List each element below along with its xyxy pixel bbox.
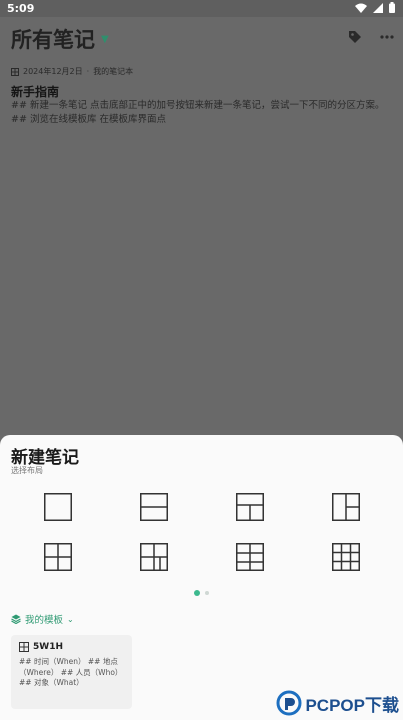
template-card-header: 5W1H <box>19 642 124 652</box>
layout-top-bottom-option[interactable] <box>140 493 168 521</box>
page-indicator <box>194 590 209 596</box>
page-dot[interactable] <box>205 591 209 595</box>
status-bar: 5:09 <box>0 0 403 17</box>
chevron-down-icon: ⌄ <box>67 614 74 624</box>
grid-icon <box>11 67 19 76</box>
layout-top-two-bottom-option[interactable] <box>236 493 264 521</box>
sheet-subtitle: 选择布局 <box>11 466 43 475</box>
status-icons <box>355 2 395 13</box>
dimmed-notes-screen[interactable] <box>0 17 403 435</box>
note-date: 2024年12月2日 <box>23 67 83 76</box>
watermark-text: PCPOP下载 <box>305 695 399 715</box>
layout-2x2-plus-option[interactable] <box>140 543 168 571</box>
signal-icon <box>373 2 383 13</box>
layout-single-option[interactable] <box>44 493 72 521</box>
note-preview[interactable]: ## 新建一条笔记 点击底部正中的加号按钮来新建一条笔记，尝试一下不同的分区方案… <box>11 99 393 127</box>
wifi-icon <box>355 3 367 13</box>
battery-icon <box>389 2 395 13</box>
new-note-sheet: 新建笔记 选择布局 我的模板 ⌄ 5W1H ## 时间（When） ## 地点（… <box>0 435 403 720</box>
layout-left-right-split-option[interactable] <box>332 493 360 521</box>
template-card[interactable]: 5W1H ## 时间（When） ## 地点（Where） ## 人员（Who）… <box>11 635 132 709</box>
layout-2x2-option[interactable] <box>44 543 72 571</box>
notebook-selector[interactable]: 所有笔记 ▼ <box>11 24 109 54</box>
meta-separator: · <box>86 67 90 76</box>
layout-3x3-option[interactable] <box>332 543 360 571</box>
page-dot-active[interactable] <box>194 590 200 596</box>
layout-3x2-option[interactable] <box>236 543 264 571</box>
note-meta: 2024年12月2日 · 我的笔记本 <box>11 66 133 77</box>
note-notebook: 我的笔记本 <box>93 67 134 76</box>
template-card-title: 5W1H <box>33 642 63 652</box>
chevron-down-icon: ▼ <box>101 33 109 45</box>
status-time: 5:09 <box>7 2 35 15</box>
more-icon[interactable] <box>380 35 394 39</box>
watermark: PCPOP下载 <box>276 690 399 716</box>
layers-icon <box>11 614 21 624</box>
my-templates-label: 我的模板 <box>25 615 64 626</box>
my-templates-toggle[interactable]: 我的模板 ⌄ <box>11 612 74 626</box>
watermark-logo-icon <box>276 690 302 716</box>
template-card-body: ## 时间（When） ## 地点（Where） ## 人员（Who） ## 对… <box>19 657 123 687</box>
grid-icon <box>19 642 29 652</box>
note-title[interactable]: 新手指南 <box>11 83 59 100</box>
tag-icon[interactable] <box>348 30 362 44</box>
page-title: 所有笔记 <box>11 28 95 52</box>
